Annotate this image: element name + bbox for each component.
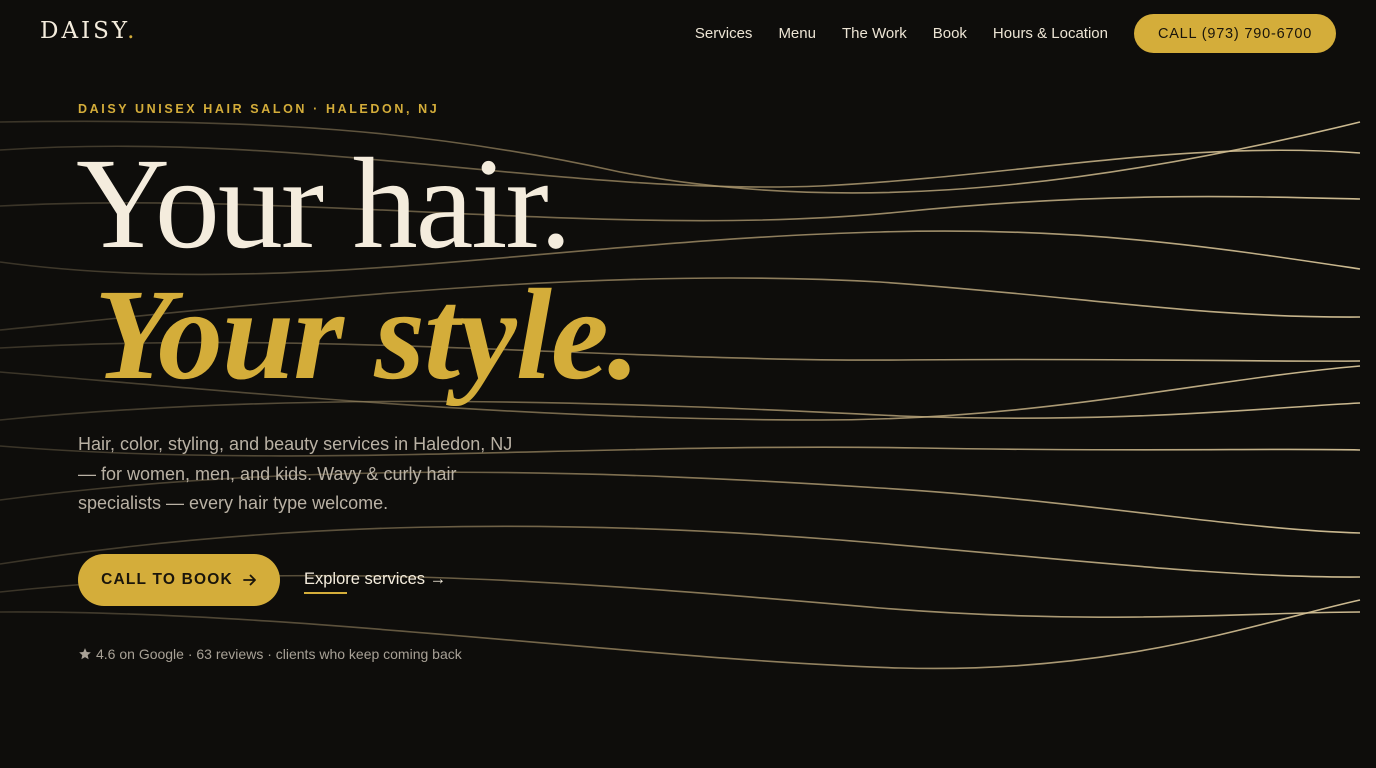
nav-link-hours-location[interactable]: Hours & Location: [993, 22, 1108, 46]
main-nav: Services Menu The Work Book Hours & Loca…: [695, 22, 1108, 46]
nav-link-menu[interactable]: Menu: [778, 22, 816, 46]
call-to-book-button[interactable]: CALL TO BOOK: [78, 554, 280, 606]
nav-link-book[interactable]: Book: [933, 22, 967, 46]
header-call-button[interactable]: CALL (973) 790-6700: [1134, 14, 1336, 53]
logo-dot: .: [127, 18, 138, 44]
rating-text: 4.6 on Google · 63 reviews · clients who…: [96, 646, 462, 662]
explore-services-label: Explore services →: [304, 570, 447, 588]
star-icon: [79, 648, 91, 660]
hero-description: Hair, color, styling, and beauty service…: [78, 434, 513, 513]
google-rating: 4.6 on Google · 63 reviews · clients who…: [78, 646, 462, 662]
headline-line-1: Your hair.: [76, 132, 572, 276]
explore-services-underline: [304, 592, 347, 594]
nav-link-services[interactable]: Services: [695, 22, 753, 46]
hero-headline: Your hair. Your style.: [76, 132, 640, 407]
hero-eyebrow: DAISY UNISEX HAIR SALON · HALEDON, NJ: [78, 102, 440, 116]
nav-link-the-work[interactable]: The Work: [842, 22, 907, 46]
arrow-right-icon: [243, 574, 256, 586]
site-header: DAISY. Services Menu The Work Book Hours…: [0, 0, 1376, 68]
logo-text: DAISY: [40, 18, 128, 44]
call-to-book-label: CALL TO BOOK: [101, 571, 233, 588]
headline-line-2: Your style.: [94, 263, 640, 407]
explore-services-link[interactable]: Explore services →: [304, 568, 447, 594]
site-logo[interactable]: DAISY.: [40, 18, 137, 44]
